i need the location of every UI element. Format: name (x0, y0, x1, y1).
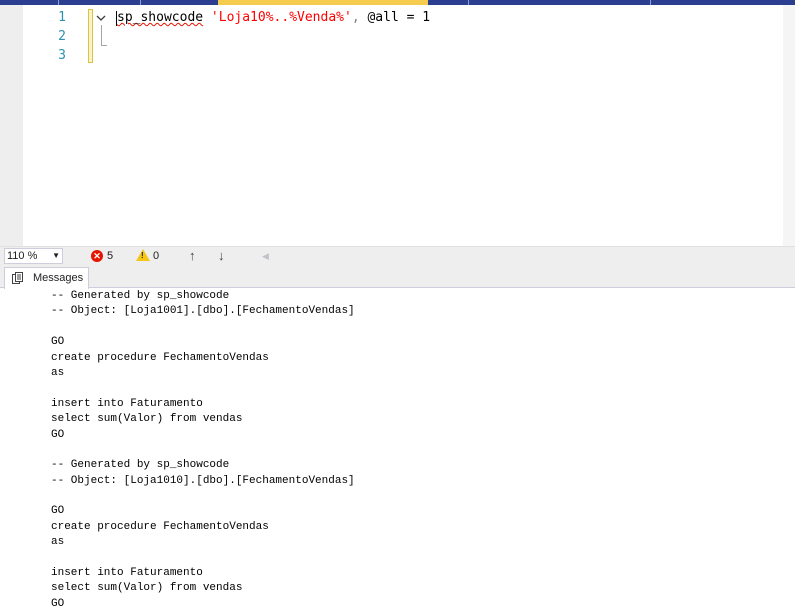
message-line: as (51, 366, 65, 379)
error-count[interactable]: 5 (107, 249, 113, 263)
dropdown-arrow-icon: ▼ (52, 251, 60, 260)
messages-icon (12, 272, 23, 284)
message-line: -- Object: [Loja1001].[dbo].[FechamentoV… (51, 305, 355, 318)
procedure-name: sp_showcode (117, 10, 204, 25)
query-editor[interactable]: 1 2 3 sp_showcode 'Loja10%..%Venda%', @a… (0, 5, 795, 246)
message-line: GO (51, 336, 65, 349)
parameter-assignment: @all = 1 (359, 10, 431, 25)
scroll-left-icon[interactable]: ◀ (262, 249, 269, 263)
message-line: -- Generated by sp_showcode (51, 459, 230, 472)
results-pane: Messages -- Generated by sp_showcode -- O… (0, 264, 795, 616)
message-line: GO (51, 428, 65, 441)
line-number: 2 (58, 29, 66, 44)
message-line: create procedure FechamentoVendas (51, 520, 269, 533)
code-line-1[interactable]: sp_showcode 'Loja10%..%Venda%', @all = 1 (117, 8, 430, 27)
zoom-value: 110 % (7, 250, 38, 262)
editor-left-margin (0, 5, 23, 246)
message-line (51, 551, 791, 566)
line-number: 1 (58, 10, 66, 25)
message-line (51, 381, 791, 396)
comma: , (351, 10, 360, 25)
warning-count[interactable]: 0 (153, 249, 159, 263)
tab-messages[interactable]: Messages (4, 267, 89, 289)
message-line: insert into Faturamento (51, 567, 203, 580)
string-literal: 'Loja10%..%Venda%' (210, 10, 352, 25)
warning-mark: ! (141, 251, 144, 260)
chevron-down-icon[interactable] (95, 12, 107, 24)
message-line (51, 489, 791, 504)
message-line (51, 443, 791, 458)
messages-output[interactable]: -- Generated by sp_showcode -- Object: [L… (51, 289, 791, 612)
message-line: insert into Faturamento (51, 397, 203, 410)
message-line: as (51, 536, 65, 549)
message-line (51, 320, 791, 335)
change-tracking-bar (88, 9, 93, 63)
message-line: select sum(Valor) from vendas (51, 413, 243, 426)
error-icon[interactable]: ✕ (91, 250, 103, 262)
horizontal-scrollbar[interactable] (275, 252, 783, 260)
results-tab-strip: Messages (0, 264, 795, 289)
vertical-scrollbar[interactable] (783, 5, 795, 246)
line-number: 3 (58, 48, 66, 63)
message-line: GO (51, 505, 65, 518)
arrow-up-icon[interactable]: ↑ (189, 248, 196, 263)
editor-status-bar: 110 % ▼ ✕ 5 ! 0 ↑ ↓ ◀ (0, 246, 795, 264)
zoom-dropdown[interactable]: 110 % ▼ (4, 248, 63, 264)
message-line: GO (51, 597, 65, 610)
message-line: -- Object: [Loja1010].[dbo].[FechamentoV… (51, 474, 355, 487)
outline-guide (101, 25, 107, 46)
message-line: create procedure FechamentoVendas (51, 351, 269, 364)
arrow-down-icon[interactable]: ↓ (218, 248, 225, 263)
message-line: select sum(Valor) from vendas (51, 582, 243, 595)
tab-messages-label: Messages (33, 272, 84, 284)
message-line: -- Generated by sp_showcode (51, 290, 230, 302)
